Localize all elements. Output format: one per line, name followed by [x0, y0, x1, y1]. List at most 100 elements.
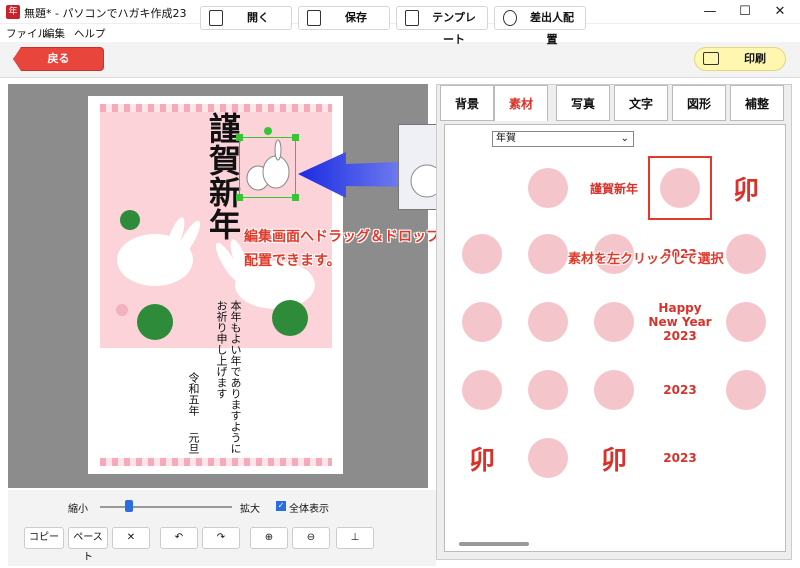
material-shimenawa[interactable]: [516, 426, 580, 490]
rabbit-pair-image: [246, 139, 290, 191]
save-icon: [307, 10, 321, 26]
tab-background[interactable]: 背景: [440, 85, 494, 121]
material-label: 卯: [468, 445, 495, 476]
sender-label: 差出人配置: [530, 11, 574, 46]
material-label: [726, 234, 766, 274]
person-icon: [503, 10, 517, 26]
material-label: [660, 168, 700, 208]
category-value: 年賀: [496, 133, 516, 144]
align-button[interactable]: ⊥: [336, 527, 374, 549]
material-rabbit-frame[interactable]: [582, 290, 646, 354]
zoom-shrink-label: 縮小: [68, 504, 88, 515]
material-label: 卯: [732, 175, 759, 206]
zoom-slider[interactable]: [100, 506, 232, 508]
redo-button[interactable]: ↷: [202, 527, 240, 549]
open-label: 開く: [247, 11, 269, 24]
material-happy-new-year[interactable]: Happy New Year 2023: [648, 290, 712, 354]
template-icon: [405, 10, 419, 26]
resize-handle[interactable]: [236, 194, 243, 201]
delete-button[interactable]: ✕: [112, 527, 150, 549]
window-title: 無題* - パソコンでハガキ作成23: [24, 7, 187, 20]
material-label: [528, 370, 568, 410]
front-icon: ⊕: [264, 532, 274, 543]
material-rabbit-wreath[interactable]: [516, 358, 580, 422]
material-u-yellow[interactable]: 卯: [582, 426, 646, 490]
template-button[interactable]: テンプレート: [396, 6, 488, 46]
scrollbar-thumb[interactable]: [459, 542, 529, 546]
zoom-enlarge-label: 拡大: [240, 504, 260, 515]
material-label: [462, 370, 502, 410]
material-label: [726, 302, 766, 342]
material-u-stamp-red[interactable]: 卯: [714, 156, 778, 220]
paste-button[interactable]: ペースト: [68, 527, 108, 563]
drag-instruction-2: 配置できます。: [244, 253, 341, 269]
click-instruction: 素材を左クリックして選択: [568, 252, 724, 267]
material-kingashinnen-stamp[interactable]: 謹賀新年: [582, 156, 646, 220]
material-rabbit-daruma-3[interactable]: [450, 358, 514, 422]
template-label: テンプレート: [432, 11, 476, 46]
tab-text[interactable]: 文字: [614, 85, 668, 121]
print-button[interactable]: 印刷: [694, 47, 786, 71]
material-label: 謹賀新年: [589, 181, 638, 196]
material-wreath[interactable]: [516, 290, 580, 354]
menu-help[interactable]: ヘルプ: [74, 26, 106, 41]
tab-shape[interactable]: 図形: [672, 85, 726, 121]
message-col2[interactable]: お祈り申し上げます: [214, 300, 228, 420]
material-rabbit-pink[interactable]: [450, 222, 514, 286]
rotate-handle[interactable]: [264, 127, 272, 135]
close-button[interactable]: ✕: [768, 2, 792, 22]
tab-material[interactable]: 素材: [494, 85, 548, 121]
fit-checkbox[interactable]: ✓: [276, 501, 286, 511]
selected-material-frame[interactable]: [236, 134, 299, 201]
material-label: [462, 302, 502, 342]
sender-button[interactable]: 差出人配置: [494, 6, 586, 46]
material-rabbit-daruma-2[interactable]: [450, 290, 514, 354]
align-icon: ⊥: [350, 532, 360, 543]
back-icon: ⊖: [306, 532, 316, 543]
material-label: [528, 168, 568, 208]
open-icon: [209, 10, 223, 26]
bring-front-button[interactable]: ⊕: [250, 527, 288, 549]
material-fan-2023[interactable]: 2023: [648, 358, 712, 422]
material-red-circle-2023[interactable]: 2023: [648, 426, 712, 490]
material-label: [594, 302, 634, 342]
save-label: 保存: [345, 11, 367, 24]
toolbar: [0, 42, 800, 78]
resize-handle[interactable]: [236, 134, 243, 141]
check-border-top: [100, 104, 332, 112]
material-label: [528, 438, 568, 478]
maximize-button[interactable]: ☐: [733, 2, 757, 22]
save-button[interactable]: 保存: [298, 6, 390, 30]
open-button[interactable]: 開く: [200, 6, 292, 30]
message-col1[interactable]: 本年もよい年でありますように: [228, 300, 242, 460]
undo-button[interactable]: ↶: [160, 527, 198, 549]
date-col1[interactable]: 令和五年: [186, 372, 200, 432]
tab-photo[interactable]: 写真: [556, 85, 610, 121]
minimize-button[interactable]: —: [698, 2, 722, 22]
material-label: 2023: [663, 383, 697, 397]
app-icon: 年: [6, 5, 20, 19]
material-label: [462, 234, 502, 274]
tab-adjust[interactable]: 補整: [730, 85, 784, 121]
menu-file[interactable]: ファイル: [6, 26, 48, 41]
material-rabbit-toys[interactable]: [714, 358, 778, 422]
copy-button[interactable]: コピー: [24, 527, 64, 549]
menu-edit[interactable]: 編集: [44, 26, 65, 41]
back-button[interactable]: 戻る: [13, 47, 104, 71]
date-col2[interactable]: 元旦: [186, 432, 200, 462]
material-rabbit-sitting[interactable]: [714, 290, 778, 354]
material-rabbit-pair[interactable]: [648, 156, 712, 220]
material-rabbit-cloud[interactable]: [582, 358, 646, 422]
check-border-bottom: [100, 458, 332, 466]
material-rabbit-trio[interactable]: [516, 156, 580, 220]
material-u-kanji-gold[interactable]: 卯: [450, 426, 514, 490]
print-label: 印刷: [744, 52, 766, 65]
printer-icon: [703, 52, 719, 65]
zoom-slider-thumb[interactable]: [125, 500, 134, 512]
material-label: 2023: [663, 451, 697, 465]
material-label: [528, 234, 568, 274]
material-label: [594, 370, 634, 410]
send-back-button[interactable]: ⊖: [292, 527, 330, 549]
chevron-down-icon: ⌄: [620, 133, 629, 144]
category-select[interactable]: 年賀 ⌄: [492, 131, 634, 147]
